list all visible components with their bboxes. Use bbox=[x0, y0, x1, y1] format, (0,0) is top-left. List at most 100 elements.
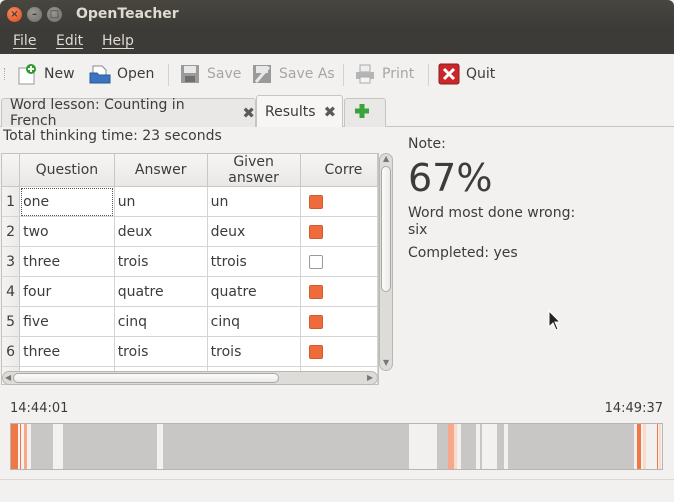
row-number[interactable]: 1 bbox=[2, 186, 21, 217]
table-header: Question Answer Given answer Corre bbox=[2, 154, 378, 187]
toolbar-grip[interactable] bbox=[4, 68, 8, 80]
cell-correct bbox=[300, 276, 378, 307]
save-as-label: Save As bbox=[279, 66, 335, 82]
printer-icon bbox=[354, 63, 376, 85]
row-number[interactable]: 3 bbox=[2, 246, 21, 277]
row-number[interactable]: 4 bbox=[2, 276, 21, 307]
cell-correct bbox=[300, 246, 378, 277]
table-row[interactable]: 4 four quatre quatre bbox=[2, 276, 378, 307]
open-button[interactable]: Open bbox=[89, 62, 154, 86]
new-label: New bbox=[44, 66, 75, 82]
row-number[interactable]: 6 bbox=[2, 336, 21, 367]
correct-checkbox[interactable] bbox=[308, 194, 323, 209]
table-row[interactable]: 3 three trois ttrois bbox=[2, 246, 378, 277]
timeline-segment-orange bbox=[11, 424, 19, 469]
thinking-time: Total thinking time: 23 seconds bbox=[3, 128, 222, 144]
tab-results[interactable]: Results ✖ bbox=[256, 95, 343, 127]
vertical-scroll-thumb[interactable] bbox=[381, 166, 391, 292]
cell-given-answer[interactable]: ttrois bbox=[207, 246, 301, 277]
window-close-button[interactable]: × bbox=[7, 7, 22, 22]
scroll-left-icon[interactable]: ◀ bbox=[5, 373, 11, 382]
cell-correct bbox=[300, 336, 378, 367]
cell-question[interactable]: five bbox=[19, 306, 115, 337]
column-header-given-answer[interactable]: Given answer bbox=[207, 154, 301, 187]
table-row[interactable]: 6 three trois trois bbox=[2, 336, 378, 367]
save-disk-icon bbox=[179, 63, 201, 85]
horizontal-scrollbar[interactable]: ◀ ▶ bbox=[2, 371, 378, 385]
save-button[interactable]: Save bbox=[179, 62, 241, 86]
cell-answer[interactable]: trois bbox=[114, 246, 208, 277]
add-tab-button[interactable] bbox=[344, 98, 386, 127]
cell-question[interactable]: three bbox=[19, 246, 115, 277]
word-most-wrong-value: six bbox=[408, 222, 428, 238]
timeline-segment-gray bbox=[461, 424, 477, 469]
window-minimize-button[interactable]: – bbox=[27, 7, 42, 22]
cell-correct bbox=[300, 306, 378, 337]
row-number[interactable]: 5 bbox=[2, 306, 21, 337]
window-title: OpenTeacher bbox=[76, 6, 179, 22]
menu-edit[interactable]: Edit bbox=[56, 33, 83, 49]
cell-given-answer[interactable]: deux bbox=[207, 216, 301, 247]
timeline-segment-pink bbox=[453, 424, 457, 469]
cell-answer[interactable]: cinq bbox=[114, 306, 208, 337]
cell-question[interactable]: four bbox=[19, 276, 115, 307]
horizontal-scroll-thumb[interactable] bbox=[13, 373, 279, 383]
cell-question[interactable]: one bbox=[19, 186, 115, 217]
cell-answer[interactable]: quatre bbox=[114, 276, 208, 307]
table-row[interactable]: 2 two deux deux bbox=[2, 216, 378, 247]
save-as-icon bbox=[251, 63, 273, 85]
table-row[interactable]: 5 five cinq cinq bbox=[2, 306, 378, 337]
maximize-icon: □ bbox=[49, 9, 60, 20]
table-row[interactable]: 1 one un un bbox=[2, 186, 378, 217]
correct-checkbox[interactable] bbox=[308, 344, 323, 359]
close-tab-icon[interactable]: ✖ bbox=[324, 103, 337, 121]
correct-checkbox[interactable] bbox=[308, 254, 323, 269]
menu-help[interactable]: Help bbox=[102, 33, 134, 49]
cell-answer[interactable]: deux bbox=[114, 216, 208, 247]
cell-answer[interactable]: un bbox=[114, 186, 208, 217]
timeline-segment-salmon bbox=[24, 424, 28, 469]
new-document-icon bbox=[16, 63, 38, 85]
close-tab-icon[interactable]: ✖ bbox=[242, 104, 255, 122]
correct-checkbox[interactable] bbox=[308, 224, 323, 239]
toolbar-separator bbox=[343, 64, 344, 86]
toolbar-separator bbox=[168, 64, 169, 86]
timeline-segment-gray bbox=[436, 424, 448, 469]
scroll-down-icon[interactable]: ▼ bbox=[383, 358, 389, 367]
scroll-up-icon[interactable]: ▲ bbox=[383, 154, 389, 163]
tab-label: Results bbox=[265, 103, 316, 120]
scroll-right-icon[interactable]: ▶ bbox=[367, 373, 373, 382]
tab-word-lesson[interactable]: Word lesson: Counting in French ✖ bbox=[1, 97, 256, 129]
timeline-segment-gray bbox=[508, 424, 634, 469]
tab-bar: Word lesson: Counting in French ✖ Result… bbox=[0, 94, 674, 129]
timeline-segment-orange bbox=[20, 424, 22, 469]
correct-checkbox[interactable] bbox=[308, 284, 323, 299]
cell-question[interactable]: three bbox=[19, 336, 115, 367]
correct-checkbox[interactable] bbox=[308, 314, 323, 329]
window-maximize-button[interactable]: □ bbox=[47, 7, 62, 22]
cell-question[interactable]: two bbox=[19, 216, 115, 247]
cell-answer[interactable]: trois bbox=[114, 336, 208, 367]
cell-given-answer[interactable]: cinq bbox=[207, 306, 301, 337]
new-button[interactable]: New bbox=[16, 62, 75, 86]
row-number[interactable]: 2 bbox=[2, 216, 21, 247]
mouse-cursor-icon bbox=[548, 309, 562, 336]
print-button[interactable]: Print bbox=[354, 62, 414, 86]
timeline-segment-gray bbox=[63, 424, 158, 469]
column-header-question[interactable]: Question bbox=[19, 154, 115, 187]
vertical-scrollbar[interactable]: ▲ ▼ bbox=[379, 153, 393, 371]
save-as-button[interactable]: Save As bbox=[251, 62, 335, 86]
open-label: Open bbox=[117, 66, 155, 82]
results-table: Question Answer Given answer Corre 1 one u… bbox=[1, 153, 379, 385]
note-label: Note: bbox=[408, 136, 446, 152]
cell-given-answer[interactable]: un bbox=[207, 186, 301, 217]
menu-file[interactable]: File bbox=[13, 33, 36, 49]
toolbar-separator bbox=[428, 64, 429, 86]
cell-given-answer[interactable]: quatre bbox=[207, 276, 301, 307]
quit-button[interactable]: Quit bbox=[438, 62, 495, 86]
cell-correct bbox=[300, 186, 378, 217]
column-header-answer[interactable]: Answer bbox=[114, 154, 208, 187]
cell-given-answer[interactable]: trois bbox=[207, 336, 301, 367]
minimize-icon: – bbox=[32, 9, 37, 20]
column-header-correct[interactable]: Corre bbox=[300, 154, 378, 187]
